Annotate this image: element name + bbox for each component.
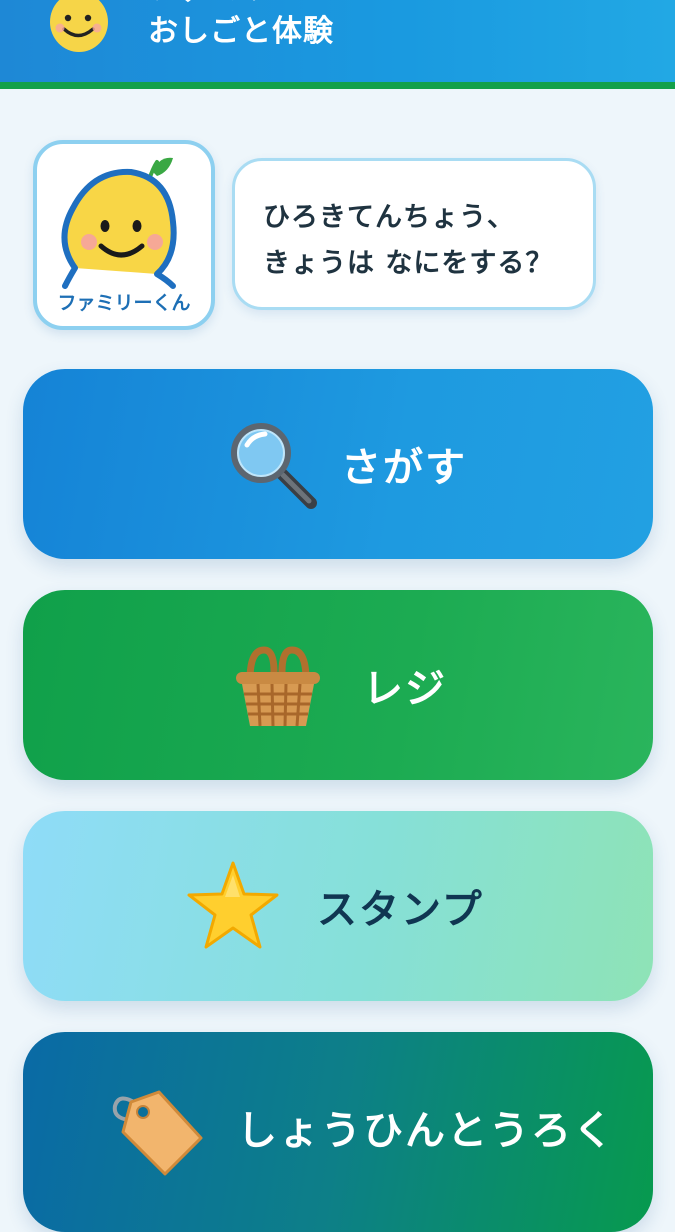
mascot-name: ファミリーくん (57, 292, 191, 314)
speech-line-1: ひろきてんちょう、 (263, 202, 515, 233)
app-header: ファミリー おしごと体験 (0, 0, 675, 89)
product-registration-label: しょうひんとうろく (237, 1108, 615, 1154)
stamp-button[interactable]: スタンプ (23, 811, 653, 1001)
price-tag-icon (112, 1090, 203, 1176)
magnifying-glass-icon (231, 423, 317, 509)
search-button[interactable]: さがす (23, 369, 653, 559)
star-icon (187, 861, 279, 949)
header-title: おしごと体験 (148, 14, 334, 49)
register-button[interactable]: レジ (23, 590, 653, 780)
search-label: さがす (341, 445, 467, 491)
speech-line-2: きょうは なにをする？ (263, 248, 554, 279)
basket-icon (236, 646, 320, 727)
header-title-top: ファミリー (148, 0, 303, 10)
product-registration-button[interactable]: しょうひんとうろく (23, 1032, 653, 1232)
register-label: レジ (363, 666, 447, 712)
speech-bubble: ひろきてんちょう、 きょうは なにをする？ (232, 158, 596, 310)
smiling-mascot-icon (50, 0, 108, 52)
mascot-card: ファミリーくん (33, 140, 215, 330)
fruit-mascot-icon (61, 157, 177, 289)
stamp-label: スタンプ (317, 887, 484, 933)
